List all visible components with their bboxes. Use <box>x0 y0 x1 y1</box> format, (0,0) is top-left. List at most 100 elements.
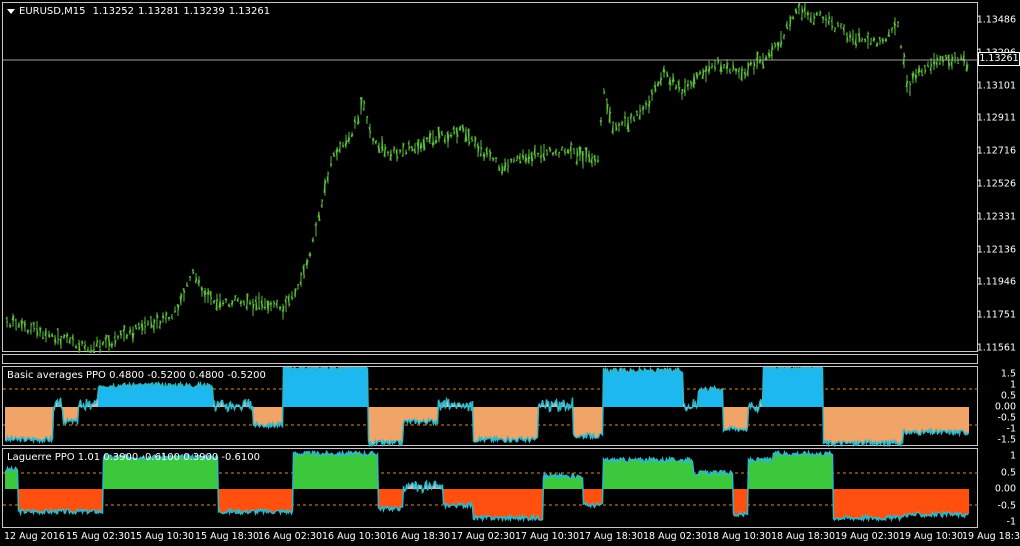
ohlc-bar <box>308 251 312 258</box>
ohlc-bar <box>827 11 831 26</box>
ohlc-bar <box>542 143 546 161</box>
ohlc-bar <box>821 16 825 24</box>
ohlc-bar <box>563 147 567 156</box>
ohlc-bar <box>368 123 372 139</box>
ohlc-bar <box>503 158 507 172</box>
ohlc-bar <box>812 12 816 26</box>
ohlc-bar <box>425 136 429 143</box>
ohlc-bar <box>632 115 636 122</box>
indicator-pane-basic-averages[interactable]: Basic averages PPO 0.4800 -0.5200 0.4800… <box>2 366 979 447</box>
ohlc-bar <box>872 36 876 43</box>
ohlc-bar <box>341 141 345 148</box>
price-axis-label: 1.12911 <box>976 112 1016 124</box>
time-axis-label: 18 Aug 18:30 <box>771 531 836 542</box>
price-axis-label: 1.13101 <box>976 80 1016 92</box>
ohlc-bar <box>449 132 453 139</box>
chevron-down-icon[interactable] <box>7 8 15 14</box>
ohlc-bar <box>134 324 138 330</box>
ohlc-bar <box>962 50 966 67</box>
ohlc-bar <box>179 292 183 306</box>
ohlc-bar <box>653 81 657 93</box>
ohlc-bar <box>191 268 195 275</box>
ohlc-bar <box>353 116 357 129</box>
ohlc-bar <box>281 303 285 320</box>
ohlc-bar <box>326 171 330 184</box>
main-chart-pane[interactable]: EURUSD,M15 1.13252 1.13281 1.13239 1.13261 <box>2 2 979 353</box>
ohlc-bar <box>383 144 387 158</box>
ohlc-bar <box>686 79 690 91</box>
ohlc-bar <box>497 164 501 172</box>
time-axis-label: 15 Aug 02:30 <box>66 531 131 542</box>
ohlc-bar <box>41 331 45 340</box>
ohlc-bar <box>113 331 117 348</box>
indicator-axis-label: -0.5 <box>997 412 1016 424</box>
ohlc-bar <box>155 312 159 329</box>
ohlc-bar <box>401 142 405 157</box>
ohlc-bar <box>734 68 738 75</box>
ohlc-bar <box>629 112 633 124</box>
ohlc-bar <box>512 157 516 163</box>
ohlc-bar <box>899 44 903 49</box>
ohlc-bar <box>608 106 612 124</box>
ohlc-bar <box>455 126 459 144</box>
ohlc-bar <box>527 149 531 165</box>
ohlc-bar <box>416 139 420 155</box>
ohlc-bar <box>434 136 438 144</box>
price-axis-label: 1.12331 <box>976 211 1016 223</box>
current-price-badge: 1.13261 <box>978 52 1020 66</box>
indicator-axis-label: 1.5 <box>1000 368 1016 380</box>
ohlc-bar <box>323 178 327 196</box>
ohlc-bar <box>620 120 624 127</box>
indicator1-title: Basic averages PPO 0.4800 -0.5200 0.4800… <box>7 370 266 381</box>
ohlc-bar <box>386 150 390 157</box>
ohlc-bar <box>917 64 921 77</box>
pane-separator[interactable] <box>2 354 978 364</box>
ohlc-bar <box>332 151 336 157</box>
ohlc-bar <box>533 144 537 160</box>
price-axis-label: 1.12136 <box>976 244 1016 256</box>
ohlc-bar <box>572 147 576 155</box>
ohlc-bar <box>920 68 924 77</box>
ohlc-bar <box>209 290 213 305</box>
price-axis-label: 1.12716 <box>976 145 1016 157</box>
ohlc-bar <box>446 130 450 148</box>
chart-header: EURUSD,M15 1.13252 1.13281 1.13239 1.13261 <box>7 6 274 17</box>
ohlc-bar <box>107 334 111 353</box>
ohlc-bar <box>791 15 795 20</box>
indicator-pane-laguerre[interactable]: Laguerre PPO 1.01 0.3900 -0.6100 0.3900 … <box>2 448 979 528</box>
ohlc-bar <box>71 333 75 347</box>
ohlc-bar <box>428 130 432 144</box>
ohlc-bar <box>479 140 483 157</box>
ohlc-bar <box>275 299 279 309</box>
ohlc-bar <box>569 141 573 159</box>
ohlc-bars <box>5 3 969 353</box>
time-axis-label: 17 Aug 18:30 <box>579 531 644 542</box>
ohlc-bar <box>638 104 642 120</box>
ohlc-bar <box>650 88 654 102</box>
ohlc-bar <box>101 340 105 346</box>
ohlc-bar <box>23 320 27 332</box>
ohlc-bar <box>206 288 210 303</box>
ohlc-bar <box>785 20 789 30</box>
ohlc-close: 1.13261 <box>228 6 271 17</box>
ohlc-bar <box>143 316 147 335</box>
ohlc-bar <box>776 41 780 52</box>
ohlc-high: 1.13281 <box>138 6 180 17</box>
ohlc-bar <box>941 55 945 66</box>
time-axis-label: 12 Aug 2016 <box>4 531 65 542</box>
ohlc-bar <box>839 22 843 30</box>
indicator-axis-label: -1 <box>1006 516 1016 528</box>
ohlc-bar <box>848 31 852 43</box>
ohlc-bar <box>452 125 456 135</box>
ohlc-bar <box>704 65 708 83</box>
ohlc-bar <box>50 332 54 338</box>
ohlc-bar <box>815 11 819 17</box>
ohlc-bar <box>794 7 798 15</box>
ohlc-bar <box>524 153 528 165</box>
ohlc-bar <box>215 293 219 312</box>
time-axis-label: 15 Aug 18:30 <box>195 531 260 542</box>
ohlc-bar <box>122 324 126 342</box>
ohlc-bar <box>548 146 552 153</box>
ohlc-bar <box>476 142 480 158</box>
ohlc-bar <box>722 63 726 69</box>
